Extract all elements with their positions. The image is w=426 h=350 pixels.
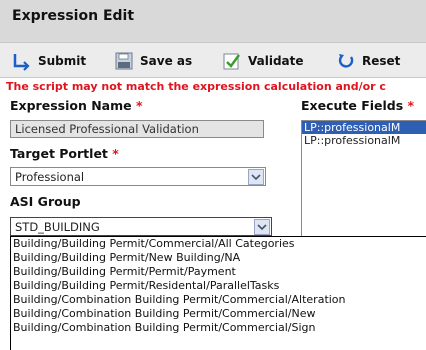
target-portlet-select[interactable]: Professional (10, 167, 266, 186)
execute-fields-label-text: Execute Fields (301, 98, 404, 113)
reset-label: Reset (362, 54, 401, 68)
dropdown-option[interactable]: Building/Combination Building Permit/Com… (11, 321, 426, 335)
dropdown-option[interactable]: Building/Combination Building Permit/Com… (11, 307, 426, 321)
expression-name-value: Licensed Professional Validation (15, 122, 199, 136)
asi-group-label: ASI Group (10, 194, 81, 209)
target-portlet-label: Target Portlet * (10, 146, 119, 161)
chevron-down-icon[interactable] (254, 219, 270, 235)
chevron-down-icon[interactable] (248, 169, 264, 185)
submit-button[interactable]: Submit (12, 50, 86, 72)
submit-icon (12, 51, 32, 71)
save-as-icon (114, 51, 134, 71)
validate-label: Validate (248, 54, 304, 68)
reset-icon (336, 51, 356, 71)
dropdown-option[interactable]: Building/Building Permit/New Building/NA (11, 251, 426, 265)
dropdown-option[interactable]: Building/Building Permit/Permit/Payment (11, 265, 426, 279)
asi-group-label-text: ASI Group (10, 194, 81, 209)
target-portlet-label-text: Target Portlet (10, 146, 108, 161)
required-mark: * (135, 98, 143, 113)
save-as-button[interactable]: Save as (114, 50, 192, 72)
title-bar: Expression Edit (0, 0, 426, 42)
toolbar: Submit Save as Validate Reset (0, 42, 426, 78)
dropdown-option[interactable]: Building/Combination Building Permit/Com… (11, 293, 426, 307)
expression-name-label-text: Expression Name (10, 98, 132, 113)
execute-field-item[interactable]: LP::professionalM (302, 121, 426, 134)
execute-fields-list[interactable]: LP::professionalM LP::professionalM (301, 120, 426, 238)
script-mismatch-warning: The script may not match the expression … (6, 80, 386, 93)
required-mark: * (407, 98, 415, 113)
execute-field-item[interactable]: LP::professionalM (302, 134, 426, 147)
validate-icon (222, 51, 242, 71)
validate-button[interactable]: Validate (222, 50, 304, 72)
execute-fields-label: Execute Fields * (301, 98, 414, 113)
asi-group-dropdown[interactable]: Building/Building Permit/Commercial/All … (10, 236, 426, 350)
expression-name-label: Expression Name * (10, 98, 143, 113)
window-title: Expression Edit (12, 8, 135, 24)
required-mark: * (112, 146, 119, 161)
dropdown-option[interactable]: Building/Building Permit/Residental/Para… (11, 279, 426, 293)
expression-name-field[interactable]: Licensed Professional Validation (10, 120, 264, 138)
target-portlet-value: Professional (15, 169, 85, 184)
asi-group-value: STD_BUILDING (15, 219, 100, 234)
reset-button[interactable]: Reset (336, 50, 400, 72)
submit-label: Submit (38, 54, 87, 68)
asi-group-select[interactable]: STD_BUILDING (10, 217, 272, 236)
save-as-label: Save as (140, 54, 193, 68)
dropdown-option[interactable]: Building/Building Permit/Commercial/All … (11, 237, 426, 251)
